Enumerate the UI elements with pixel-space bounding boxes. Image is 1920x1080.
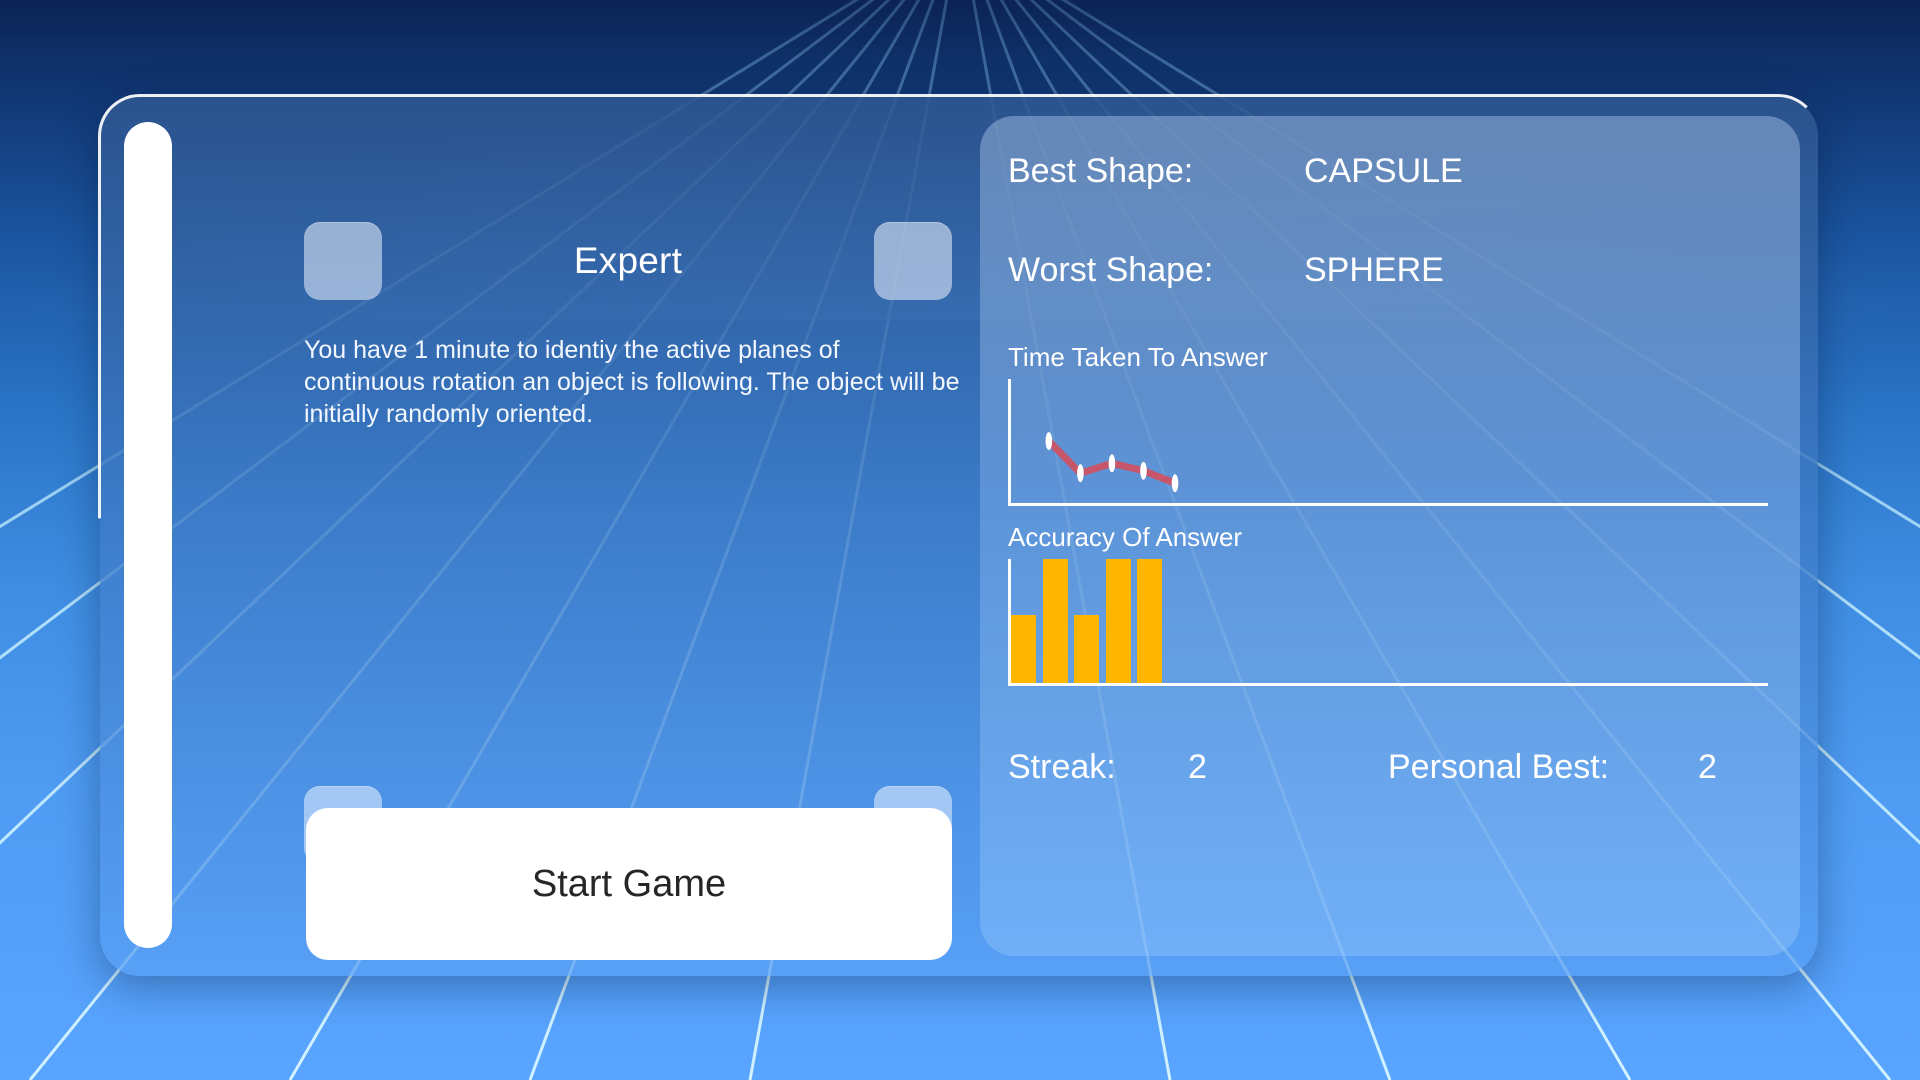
start-game-button[interactable]: Start Game [306, 808, 952, 960]
time-chart-title: Time Taken To Answer [1008, 342, 1268, 372]
streak-label: Streak: [1008, 748, 1116, 786]
accuracy-bar [1105, 559, 1131, 683]
mode-description: You have 1 minute to identiy the active … [304, 336, 960, 428]
vertical-slider-rail[interactable] [124, 122, 172, 948]
personal-best-label: Personal Best: [1388, 748, 1610, 786]
time-chart-point [1140, 461, 1147, 480]
best-shape-label: Best Shape: [1008, 152, 1194, 190]
streak-value: 2 [1188, 748, 1207, 786]
difficulty-value: Expert [573, 240, 683, 281]
best-shape-value: CAPSULE [1304, 152, 1463, 190]
worst-shape-value: SPHERE [1304, 251, 1444, 289]
accuracy-chart-title: Accuracy Of Answer [1008, 522, 1243, 552]
accuracy-bar-chart [1008, 559, 1768, 686]
time-chart-point [1108, 454, 1116, 473]
accuracy-bar [1042, 559, 1068, 683]
time-chart-x-axis [1008, 503, 1768, 506]
stats-pane: Best Shape: CAPSULE Worst Shape: SPHERE … [980, 116, 1800, 956]
accuracy-bar [1011, 614, 1037, 683]
time-chart-plot-area [1011, 379, 1768, 503]
streak-row: Streak: 2 Personal Best: 2 [1008, 748, 1768, 794]
worst-shape-row: Worst Shape: SPHERE [1008, 251, 1768, 297]
accuracy-bar [1137, 559, 1163, 683]
best-shape-row: Best Shape: CAPSULE [1008, 152, 1768, 198]
settings-pane: Expert You have 1 minute to identiy the … [184, 96, 959, 976]
accuracy-chart-bars [1011, 559, 1169, 683]
accuracy-chart-x-axis [1008, 683, 1768, 686]
accuracy-bar [1074, 614, 1100, 683]
time-chart-point [1171, 474, 1179, 493]
time-chart-point [1077, 464, 1084, 483]
personal-best-value: 2 [1698, 748, 1717, 786]
worst-shape-label: Worst Shape: [1008, 251, 1214, 289]
time-taken-line-chart [1008, 379, 1768, 506]
main-window-panel: Expert You have 1 minute to identiy the … [100, 96, 1818, 976]
time-chart-point [1045, 432, 1053, 450]
